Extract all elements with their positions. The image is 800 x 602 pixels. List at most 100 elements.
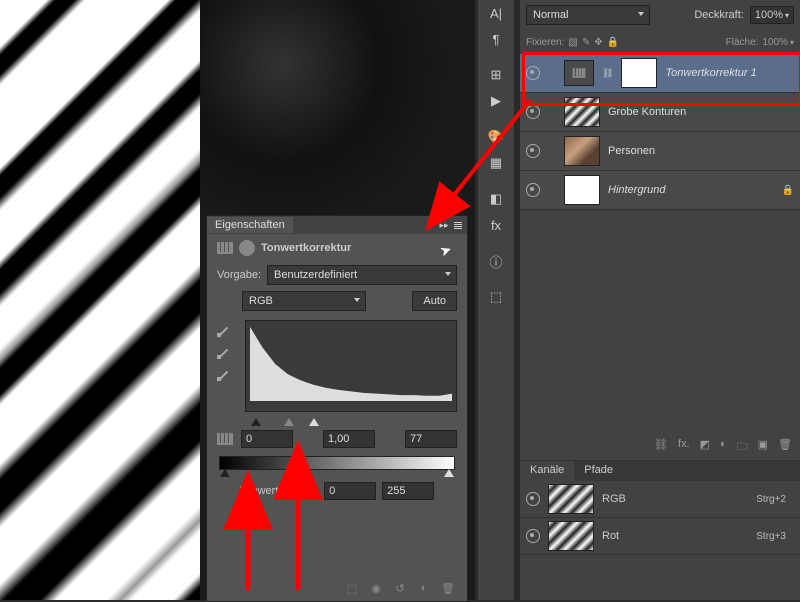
layer-row[interactable]: Grobe Konturen [520, 93, 800, 132]
collapsed-panel-dock: A| ¶ ⊞ ▶ 🎨 ▦ ◧ fx ⓘ ⬚ [478, 0, 514, 600]
histogram [245, 320, 457, 412]
blend-mode-dropdown[interactable]: Normal [526, 5, 650, 25]
levels-small-icon [217, 433, 233, 445]
image-region-hair [0, 0, 200, 600]
preset-label: Vorgabe: [217, 269, 261, 281]
channels-tab[interactable]: Kanäle [520, 461, 574, 481]
layer-visibility-icon[interactable] [526, 144, 540, 158]
blend-mode-value: Normal [533, 9, 568, 21]
view-previous-icon[interactable]: ◉ [369, 581, 383, 595]
styles-panel-icon[interactable]: ▦ [478, 150, 514, 176]
layer-visibility-icon[interactable] [526, 66, 540, 80]
output-white-handle[interactable] [444, 469, 454, 477]
white-point-eyedropper-icon[interactable] [217, 368, 231, 382]
trash-footer-icon[interactable]: 🗑 [778, 438, 792, 457]
lock-all-icon[interactable]: 🔒 [607, 37, 619, 48]
input-levels-slider[interactable] [247, 418, 455, 426]
layer-adjustment-thumb[interactable] [564, 60, 594, 86]
properties-tabbar: Eigenschaften ▸▸ [207, 216, 467, 234]
info-panel-icon[interactable]: ⓘ [478, 248, 514, 274]
mask-icon[interactable] [239, 240, 255, 256]
adjustment-footer-icon[interactable]: ◐ [720, 438, 727, 457]
fx-footer-icon[interactable]: fx. [678, 438, 690, 457]
black-point-eyedropper-icon[interactable] [217, 324, 231, 338]
opacity-value: 100% [755, 9, 783, 21]
layer-visibility-icon[interactable] [526, 105, 540, 119]
lock-transparent-icon[interactable]: ▧ [568, 37, 577, 48]
mask-footer-icon[interactable]: ◩ [700, 438, 710, 457]
layer-row[interactable]: Hintergrund 🔒 [520, 171, 800, 210]
output-levels-gradient[interactable] [219, 456, 455, 470]
output-black-field[interactable] [324, 482, 376, 500]
fill-label: Fläche: [726, 37, 759, 48]
adjustment-title: Tonwertkorrektur [261, 242, 351, 254]
channel-row[interactable]: RGB Strg+2 [520, 481, 800, 518]
glyphs-panel-icon[interactable]: ⊞ [478, 62, 514, 88]
auto-button[interactable]: Auto [412, 291, 457, 311]
adjustments-panel-icon[interactable]: ◧ [478, 186, 514, 212]
preset-value: Benutzerdefiniert [274, 269, 357, 281]
collapse-panel-icon[interactable]: ▸▸ [437, 218, 451, 232]
effects-panel-icon[interactable]: fx [478, 212, 514, 238]
visibility-icon[interactable]: ◐ [417, 581, 431, 595]
properties-footer: ⬚ ◉ ↺ ◐ 🗑 [207, 577, 467, 599]
levels-icon [217, 242, 233, 254]
white-point-handle[interactable] [309, 418, 319, 426]
link-footer-icon[interactable]: ⛓ [654, 438, 668, 457]
swatches-panel-icon[interactable]: 🎨 [478, 124, 514, 150]
input-gamma-field[interactable] [323, 430, 375, 448]
trash-icon[interactable]: 🗑 [441, 581, 455, 595]
input-white-field[interactable] [405, 430, 457, 448]
opacity-field[interactable]: 100%▾ [750, 6, 794, 24]
channel-thumb [548, 484, 594, 514]
layer-thumb[interactable] [564, 175, 600, 205]
layer-row[interactable]: Personen [520, 132, 800, 171]
image-region-background [200, 0, 475, 215]
new-footer-icon[interactable]: ▣ [758, 438, 768, 457]
lock-icon[interactable]: 🔒 [782, 185, 794, 196]
lock-position-icon[interactable]: ✥ [594, 37, 602, 48]
fill-field[interactable]: 100%▾ [762, 37, 794, 48]
reset-icon[interactable]: ↺ [393, 581, 407, 595]
link-icon: ⛓ [602, 68, 613, 79]
layer-name[interactable]: Grobe Konturen [608, 106, 686, 118]
channel-shortcut: Strg+3 [756, 531, 794, 542]
layer-name[interactable]: Hintergrund [608, 184, 665, 196]
channels-panel: ⛓ fx. ◩ ◐ 🗀 ▣ 🗑 Kanäle Pfade RGB Strg+2 … [520, 435, 800, 600]
layer-thumb[interactable] [564, 97, 600, 127]
channel-visibility-icon[interactable] [526, 492, 540, 506]
layer-mask-thumb[interactable] [621, 58, 657, 88]
properties-panel: Eigenschaften ▸▸ Tonwertkorrektur Vorgab… [206, 215, 468, 602]
type-panel-icon[interactable]: A| [478, 0, 514, 26]
auto-label: Auto [423, 295, 446, 307]
channel-thumb [548, 521, 594, 551]
channels-tabbar: Kanäle Pfade [520, 461, 800, 481]
lock-pixels-icon[interactable]: ✎ [582, 37, 590, 48]
midtone-handle[interactable] [284, 418, 294, 426]
output-black-handle[interactable] [220, 469, 230, 477]
channel-visibility-icon[interactable] [526, 529, 540, 543]
channel-dropdown[interactable]: RGB [242, 291, 366, 311]
layer-thumb[interactable] [564, 136, 600, 166]
fill-value: 100% [762, 37, 788, 48]
input-black-field[interactable] [241, 430, 293, 448]
preset-dropdown[interactable]: Benutzerdefiniert [267, 265, 457, 285]
clip-icon[interactable]: ⬚ [345, 581, 359, 595]
layer-name[interactable]: Personen [608, 145, 655, 157]
black-point-handle[interactable] [251, 418, 261, 426]
library-panel-icon[interactable]: ⬚ [478, 284, 514, 310]
layer-row[interactable]: ⛓ Tonwertkorrektur 1 [520, 54, 800, 93]
output-white-field[interactable] [382, 482, 434, 500]
paragraph-panel-icon[interactable]: ¶ [478, 26, 514, 52]
channel-row[interactable]: Rot Strg+3 [520, 518, 800, 555]
group-footer-icon[interactable]: 🗀 [737, 438, 748, 457]
opacity-label: Deckkraft: [694, 9, 744, 21]
paths-tab[interactable]: Pfade [574, 461, 623, 481]
play-panel-icon[interactable]: ▶ [478, 88, 514, 114]
gray-point-eyedropper-icon[interactable] [217, 346, 231, 360]
channel-name: RGB [602, 493, 626, 505]
panel-menu-icon[interactable] [451, 218, 465, 232]
properties-tab[interactable]: Eigenschaften [207, 217, 293, 233]
layer-name[interactable]: Tonwertkorrektur 1 [665, 67, 756, 79]
layer-visibility-icon[interactable] [526, 183, 540, 197]
